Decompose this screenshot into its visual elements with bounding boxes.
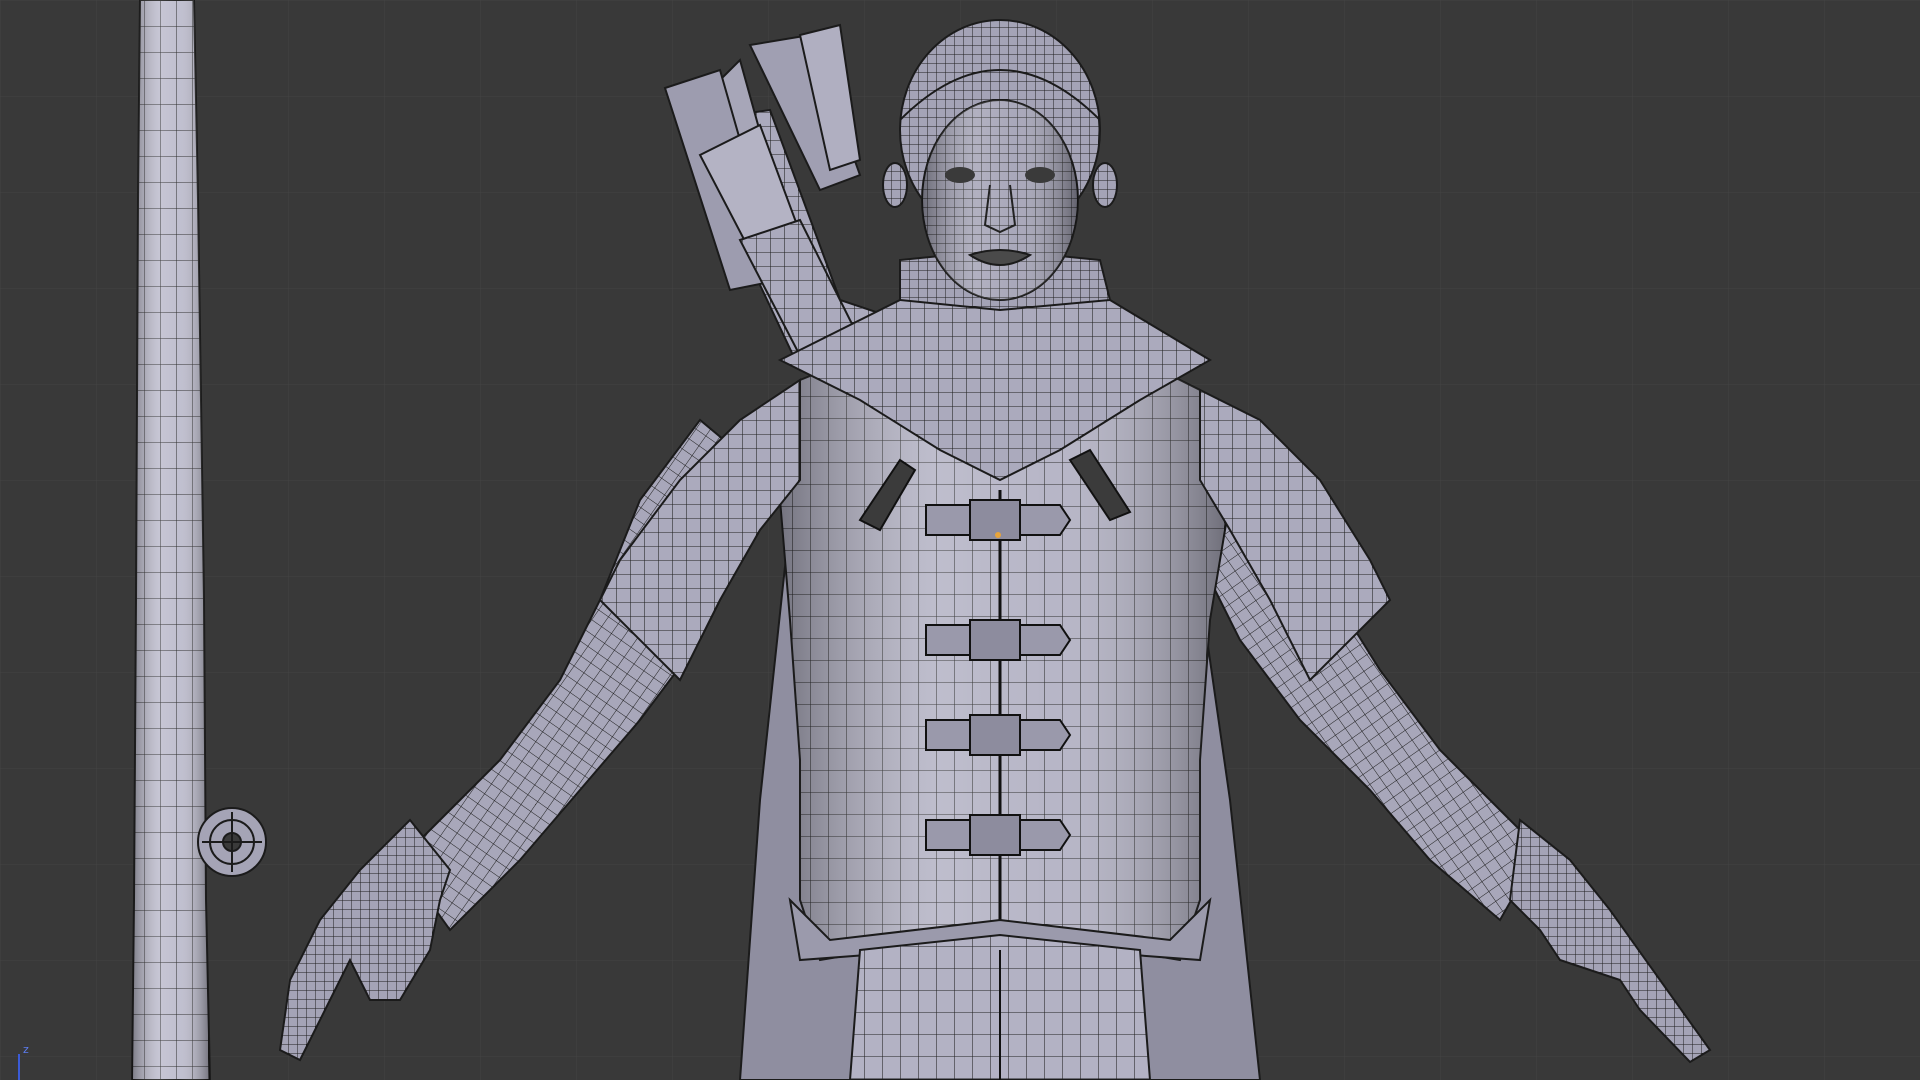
left-ear [882,162,908,208]
z-axis-label: z [23,1043,29,1056]
left-eye [945,167,975,183]
legs [848,933,1152,1080]
3d-viewport[interactable]: z [0,0,1920,1080]
3d-cursor-dot [995,532,1001,538]
axis-gizmo: z [10,1040,40,1080]
right-eye [1025,167,1055,183]
z-axis-line [18,1054,20,1080]
viewport-canvas[interactable] [0,0,1920,1080]
right-ear [1092,162,1118,208]
torso-jacket [777,248,1232,962]
